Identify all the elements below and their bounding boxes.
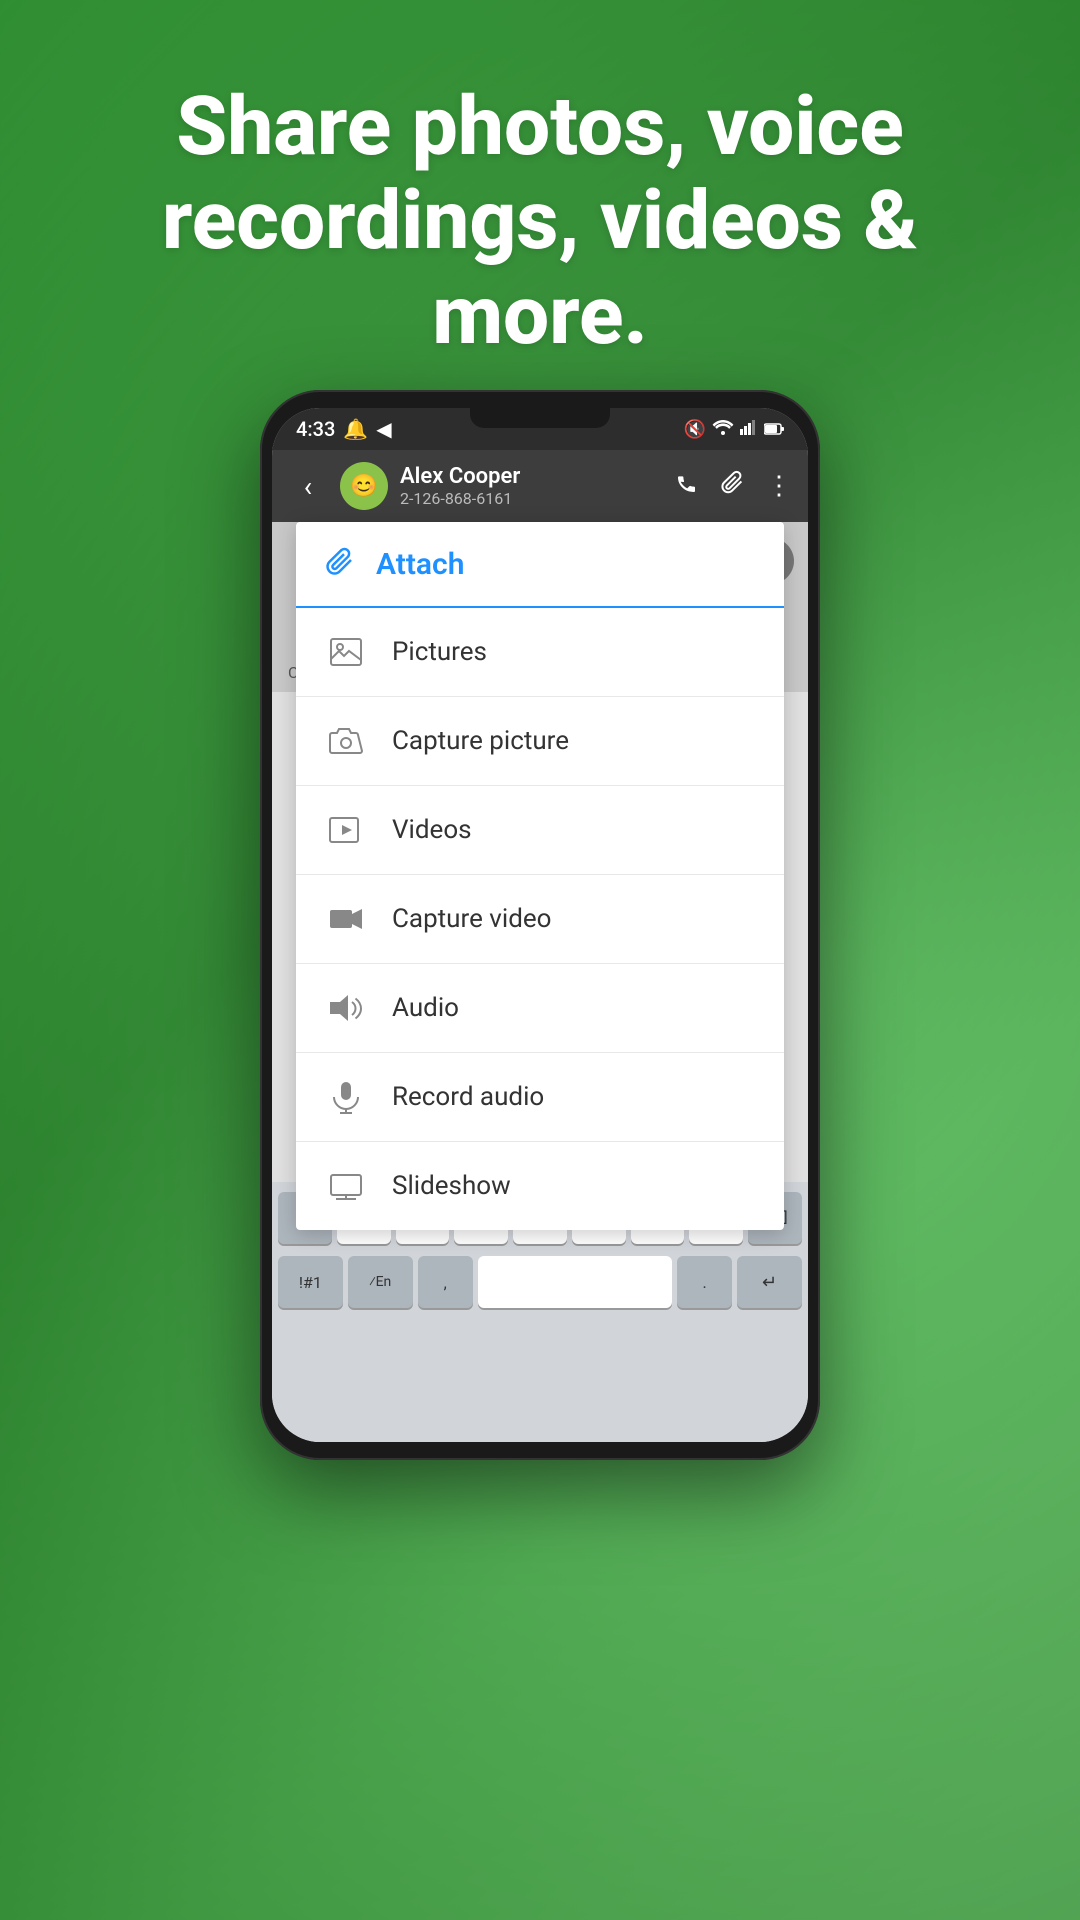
app-toolbar: ‹ 😊 Alex Cooper 2-126-868-6161 — [272, 450, 808, 522]
back-button[interactable]: ‹ — [288, 470, 328, 503]
menu-item-capture-picture[interactable]: Capture picture — [296, 697, 784, 786]
attach-menu-header: Attach — [296, 522, 784, 608]
audio-label: Audio — [392, 993, 459, 1023]
pictures-label: Pictures — [392, 637, 487, 667]
videos-label: Videos — [392, 815, 472, 845]
capture-picture-icon — [324, 719, 368, 763]
record-audio-icon — [324, 1075, 368, 1119]
notification-icon: 🔔 — [343, 417, 368, 441]
header-section: Share photos, voice recordings, videos &… — [0, 80, 1080, 363]
status-time: 4:33 — [296, 417, 335, 441]
phone-screen: 4:33 🔔 ◀ 🔇 — [272, 408, 808, 1442]
attach-label: Attach — [376, 547, 464, 582]
attach-menu: Attach Pictures — [272, 522, 808, 1442]
record-audio-label: Record audio — [392, 1082, 544, 1112]
contact-number: 2-126-868-6161 — [400, 489, 662, 508]
videos-icon — [324, 808, 368, 852]
contact-info: Alex Cooper 2-126-868-6161 — [400, 464, 662, 508]
menu-item-pictures[interactable]: Pictures — [296, 608, 784, 697]
menu-item-videos[interactable]: Videos — [296, 786, 784, 875]
header-line2: recordings, videos & more. — [162, 173, 918, 363]
wifi-icon — [712, 419, 734, 440]
attach-header-icon — [324, 544, 356, 584]
slideshow-icon — [324, 1164, 368, 1208]
mute-icon: 🔇 — [684, 419, 706, 440]
navigation-icon: ◀ — [376, 417, 391, 441]
status-bar-left: 4:33 🔔 ◀ — [296, 417, 392, 441]
contact-name: Alex Cooper — [400, 464, 662, 489]
pictures-icon — [324, 630, 368, 674]
audio-icon — [324, 986, 368, 1030]
menu-item-record-audio[interactable]: Record audio — [296, 1053, 784, 1142]
capture-picture-label: Capture picture — [392, 726, 569, 756]
menu-item-audio[interactable]: Audio — [296, 964, 784, 1053]
contact-avatar: 😊 — [340, 462, 388, 510]
header-title: Share photos, voice recordings, videos &… — [60, 80, 1020, 363]
slideshow-label: Slideshow — [392, 1171, 511, 1201]
paperclip-icon[interactable] — [720, 470, 746, 503]
header-line1: Share photos, voice — [176, 79, 903, 175]
more-options-icon[interactable]: ⋮ — [766, 471, 792, 501]
toolbar-actions: ⋮ — [674, 470, 792, 503]
capture-video-icon — [324, 897, 368, 941]
menu-item-slideshow[interactable]: Slideshow — [296, 1142, 784, 1230]
capture-video-label: Capture video — [392, 904, 552, 934]
phone-call-icon[interactable] — [674, 470, 700, 503]
battery-icon — [764, 419, 784, 440]
phone-frame: 4:33 🔔 ◀ 🔇 — [260, 390, 820, 1460]
phone-notch — [470, 408, 610, 428]
signal-icon — [740, 419, 758, 440]
menu-item-capture-video[interactable]: Capture video — [296, 875, 784, 964]
attach-menu-panel: Attach Pictures — [296, 522, 784, 1230]
phone-mockup: 4:33 🔔 ◀ 🔇 — [260, 390, 820, 1460]
status-bar-right: 🔇 — [684, 419, 784, 440]
